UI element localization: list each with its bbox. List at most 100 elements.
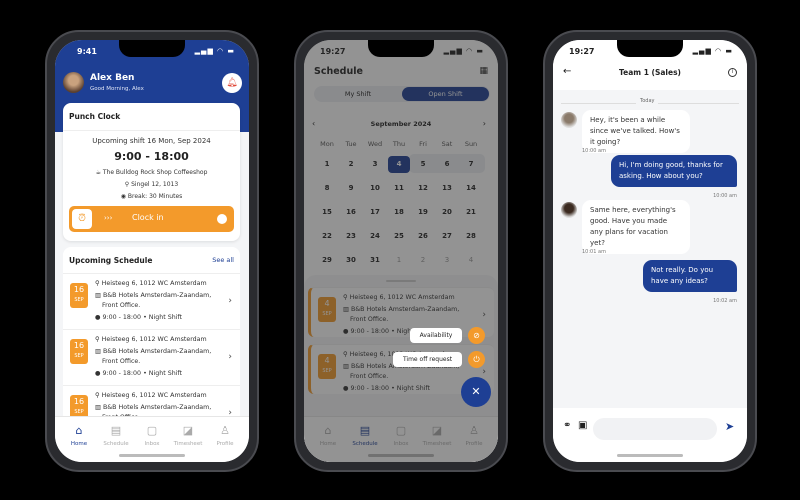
phone-chat: 19:27 ▂▄▆ ◠ ▬ ← Team 1 (Sales) i Today H… [543, 30, 757, 472]
nav-schedule[interactable]: ▤ Schedule [98, 424, 134, 447]
clock-in-label: Clock in [132, 213, 164, 222]
status-time: 19:27 [569, 47, 595, 56]
schedule-item[interactable]: 16 SEP ⚲ Heisteeg 6, 1012 WC Amsterdam ▥ … [63, 273, 240, 329]
message-outgoing: Hi, I'm doing good, thanks for asking. H… [611, 155, 737, 187]
schedule-screen: 19:27 ▂▄▆ ◠ ▬ Schedule ▦ My Shift Open S… [304, 40, 498, 462]
message-time: 10:00 am [713, 193, 737, 199]
message-time: 10:00 am [582, 148, 606, 154]
clock-in-slider[interactable]: ⏰︎ ››› Clock in [69, 206, 234, 232]
notification-bell-icon[interactable]: 🔔︎ [222, 73, 242, 93]
clock-icon [217, 214, 227, 224]
badge-month: SEP [74, 353, 84, 359]
attachment-icon[interactable]: ⚭ [563, 420, 571, 431]
date-badge: 16 SEP [70, 339, 88, 364]
divider [63, 130, 240, 131]
coffee-icon: ☕︎ [95, 169, 103, 176]
badge-day: 16 [73, 285, 85, 294]
sender-avatar[interactable] [561, 112, 577, 128]
message-input[interactable] [593, 418, 717, 440]
item-address: Heisteeg 6, 1012 WC Amsterdam [101, 336, 207, 343]
availability-label[interactable]: Availability [410, 328, 462, 343]
item-shift: 9:00 - 18:00 • Night Shift [102, 314, 183, 321]
chevron-right-icon[interactable]: › [228, 352, 232, 362]
date-label: Today [636, 98, 659, 104]
item-department: Front Office. [102, 302, 141, 309]
item-hotel: B&B Hotels Amsterdam-Zaandam, [102, 292, 212, 299]
location-pin-icon: ⚲ [95, 336, 102, 343]
slide-arrows-icon: ››› [104, 214, 113, 222]
availability-icon[interactable]: ⊘ [468, 327, 485, 344]
building-icon: ▥ [95, 348, 103, 355]
calendar-icon: ▤ [110, 424, 122, 437]
send-icon[interactable]: ➤ [725, 420, 734, 433]
sender-avatar[interactable] [561, 202, 577, 218]
clock-icon: ● [95, 314, 103, 321]
home-icon: ⌂ [75, 424, 83, 437]
building-icon: ▥ [95, 292, 103, 299]
location-pin-icon: ⚲ [95, 392, 102, 399]
message-incoming: Same here, everything's good. Have you m… [582, 200, 690, 254]
greeting: Good Morning, Alex [90, 86, 144, 92]
nav-label: Home [70, 441, 88, 447]
badge-month: SEP [74, 297, 84, 303]
item-address: Heisteeg 6, 1012 WC Amsterdam [101, 392, 207, 399]
home-indicator [119, 454, 185, 457]
person-icon: ♙ [220, 424, 230, 437]
home-indicator [617, 454, 683, 457]
nav-label: Profile [216, 441, 234, 447]
badge-day: 16 [73, 341, 85, 350]
item-hotel: B&B Hotels Amsterdam-Zaandam, [102, 404, 212, 411]
composer: ⚭ ▣ ➤ [553, 408, 747, 462]
notch [617, 40, 683, 57]
nav-inbox[interactable]: ▢ Inbox [134, 424, 170, 447]
chevron-right-icon[interactable]: › [228, 296, 232, 306]
see-all-link[interactable]: See all [212, 256, 234, 264]
message-outgoing: Not really. Do you have any ideas? [643, 260, 737, 292]
nav-label: Timesheet [173, 441, 203, 447]
status-icons: ▂▄▆ ◠ ▬ [692, 47, 733, 55]
phone-schedule: 19:27 ▂▄▆ ◠ ▬ Schedule ▦ My Shift Open S… [294, 30, 508, 472]
chat-title: Team 1 (Sales) [619, 68, 681, 77]
image-icon[interactable]: ▣ [578, 420, 587, 431]
home-screen: 9:41 ▂▄▆ ◠ ▬ Alex Ben Good Morning, Alex… [55, 40, 249, 462]
chat-screen: 19:27 ▂▄▆ ◠ ▬ ← Team 1 (Sales) i Today H… [553, 40, 747, 462]
nav-timesheet[interactable]: ◪ Timesheet [170, 424, 206, 447]
info-icon[interactable]: i [728, 68, 737, 77]
item-department: Front Office. [102, 358, 141, 365]
shop-name: The Bulldog Rock Shop Coffeeshop [102, 169, 208, 176]
item-hotel: B&B Hotels Amsterdam-Zaandam, [102, 348, 212, 355]
schedule-title: Upcoming Schedule [69, 256, 153, 265]
close-fab-button[interactable]: ✕ [461, 377, 491, 407]
message-time: 10:01 am [582, 249, 606, 255]
nav-label: Inbox [144, 441, 160, 447]
chat-icon: ▢ [146, 424, 158, 437]
avatar[interactable] [63, 72, 84, 93]
user-name: Alex Ben [90, 73, 135, 83]
schedule-item[interactable]: 16 SEP ⚲ Heisteeg 6, 1012 WC Amsterdam ▥ … [63, 329, 240, 385]
phone-home: 9:41 ▂▄▆ ◠ ▬ Alex Ben Good Morning, Alex… [45, 30, 259, 472]
item-address: Heisteeg 6, 1012 WC Amsterdam [101, 280, 207, 287]
shift-time: 9:00 - 18:00 [114, 150, 189, 163]
time-off-request-label[interactable]: Time off request [393, 352, 462, 367]
date-badge: 16 SEP [70, 283, 88, 308]
nav-profile[interactable]: ♙ Profile [207, 424, 243, 447]
break-icon: ◉ [120, 193, 128, 200]
status-icons: ▂▄▆ ◠ ▬ [194, 47, 235, 55]
message-incoming: Hey, it's been a while since we've talke… [582, 110, 690, 153]
notch [368, 40, 434, 57]
punch-clock-card: Punch Clock Upcoming shift 16 Mon, Sep 2… [63, 103, 240, 241]
power-icon[interactable]: ⏻︎ [468, 351, 485, 368]
upcoming-schedule-card: Upcoming Schedule See all 16 SEP ⚲ Heiste… [63, 247, 240, 422]
break-time: Break: 30 Minutes [127, 193, 183, 200]
nav-label: Schedule [103, 441, 129, 447]
nav-home[interactable]: ⌂ Home [61, 424, 97, 447]
message-time: 10:02 am [713, 298, 737, 304]
bottom-nav: ⌂ Home ▤ Schedule ▢ Inbox ◪ Timesheet ♙ Profi… [55, 416, 249, 462]
clock-icon: ● [95, 370, 103, 377]
alarm-clock-icon[interactable]: ⏰︎ [72, 209, 92, 229]
building-icon: ▥ [95, 404, 103, 411]
location-pin-icon: ⚲ [95, 280, 102, 287]
item-shift: 9:00 - 18:00 • Night Shift [102, 370, 183, 377]
badge-day: 16 [73, 397, 85, 406]
notch [119, 40, 185, 57]
